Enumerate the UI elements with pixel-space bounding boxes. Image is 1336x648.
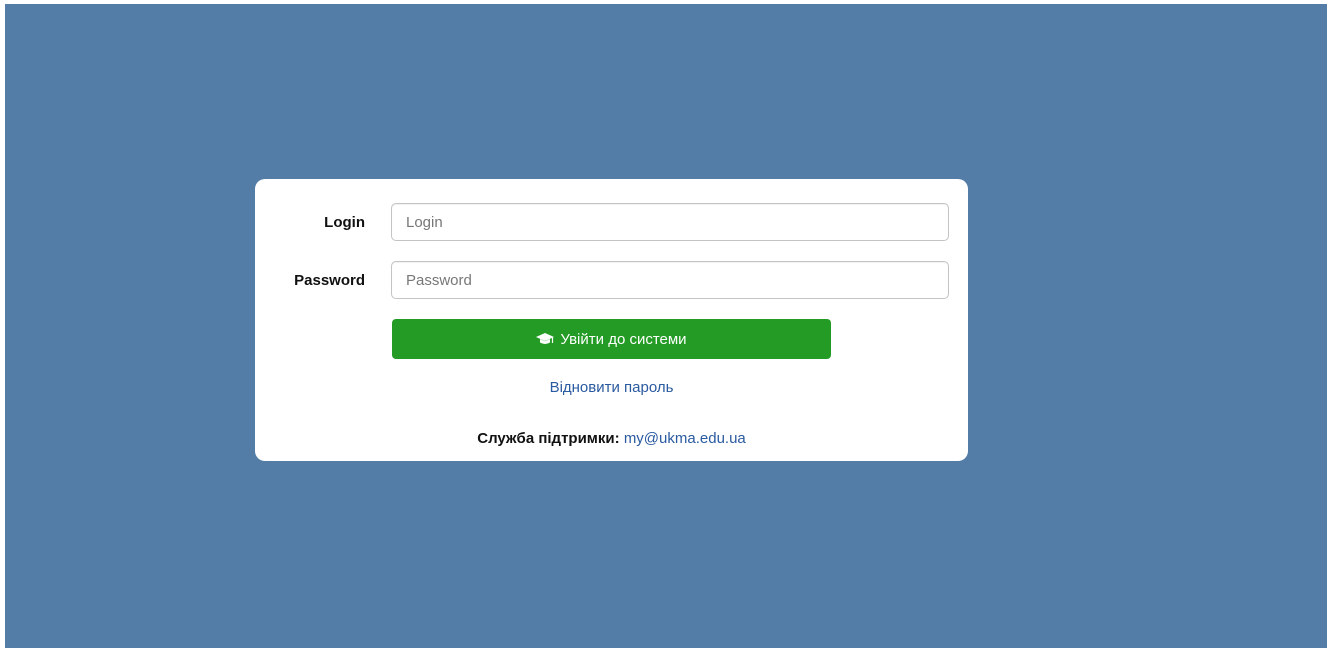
login-button[interactable]: Увійти до системи [392, 319, 831, 359]
restore-password-link[interactable]: Відновити пароль [392, 379, 831, 396]
page-background: Login Password Увійти до системи Віднови… [5, 4, 1327, 648]
login-input[interactable] [391, 203, 949, 241]
password-input[interactable] [391, 261, 949, 299]
support-line: Служба підтримки: my@ukma.edu.ua [392, 430, 831, 447]
login-button-label: Увійти до системи [560, 330, 687, 348]
graduation-cap-icon [536, 332, 555, 346]
login-card: Login Password Увійти до системи Віднови… [255, 179, 968, 461]
login-label: Login [324, 214, 365, 231]
password-label: Password [294, 272, 365, 289]
support-email-link[interactable]: my@ukma.edu.ua [624, 430, 746, 447]
support-label: Служба підтримки: [477, 430, 620, 447]
